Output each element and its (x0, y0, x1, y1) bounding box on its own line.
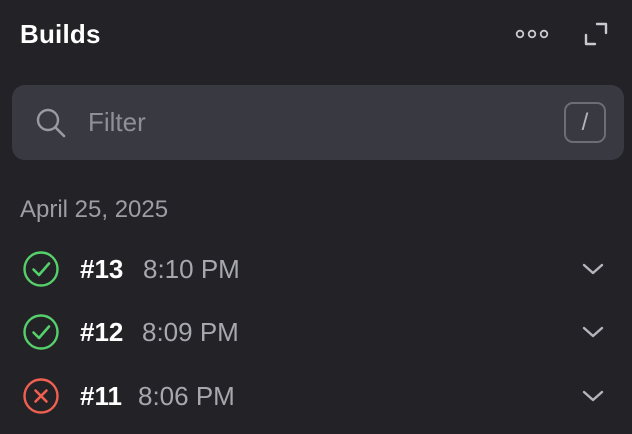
builds-panel: Builds / April 25, 2025 (0, 0, 632, 434)
filter-input[interactable] (86, 99, 550, 145)
build-number: #11 (80, 381, 122, 411)
chevron-down-icon[interactable] (580, 259, 606, 279)
build-row[interactable]: #13 8:10 PM (0, 239, 632, 299)
ellipsis-icon (515, 29, 549, 39)
date-group-heading: April 25, 2025 (20, 196, 169, 223)
build-time: 8:06 PM (138, 381, 235, 411)
panel-title: Builds (20, 19, 101, 49)
more-options-button[interactable] (510, 21, 554, 47)
build-number: #13 (80, 254, 124, 284)
build-row[interactable]: #11 8:06 PM (0, 366, 632, 426)
build-time: 8:09 PM (142, 317, 239, 347)
expand-button[interactable] (578, 17, 614, 51)
keyboard-shortcut-hint: / (564, 102, 606, 143)
search-icon (36, 108, 66, 138)
filter-search-box[interactable]: / (12, 85, 624, 160)
build-number: #12 (80, 317, 124, 347)
chevron-down-icon[interactable] (580, 386, 606, 406)
success-check-icon (23, 251, 59, 287)
expand-icon (584, 22, 608, 46)
success-check-icon (23, 314, 59, 350)
chevron-down-icon[interactable] (580, 322, 606, 342)
panel-header: Builds (0, 0, 632, 70)
build-time: 8:10 PM (143, 254, 240, 284)
build-row[interactable]: #12 8:09 PM (0, 302, 632, 362)
failure-x-icon (23, 378, 59, 414)
